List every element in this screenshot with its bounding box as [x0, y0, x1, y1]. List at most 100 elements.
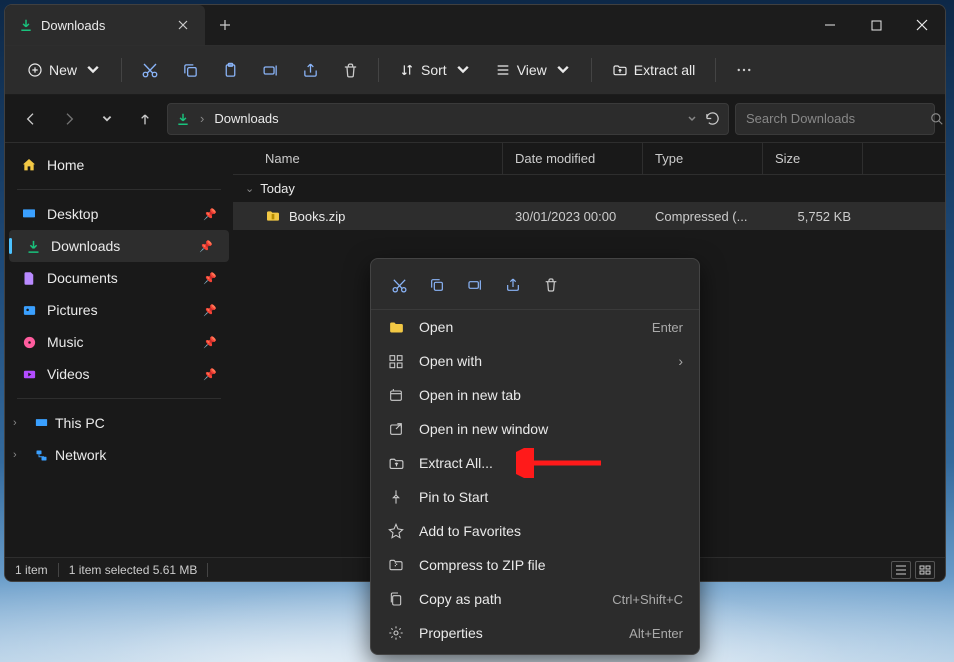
recent-button[interactable] [91, 103, 123, 135]
cut-button[interactable] [132, 52, 168, 88]
chevron-right-icon: › [678, 353, 683, 369]
column-type[interactable]: Type [643, 143, 763, 174]
file-row[interactable]: Books.zip 30/01/2023 00:00 Compressed (.… [233, 202, 945, 230]
sidebar-home[interactable]: Home [5, 149, 233, 181]
ctx-shortcut: Enter [652, 320, 683, 335]
pin-icon: 📌 [203, 304, 217, 317]
ctx-copy-as-path[interactable]: Copy as path Ctrl+Shift+C [371, 582, 699, 616]
extract-all-label: Extract all [634, 62, 695, 78]
chevron-down-icon [455, 62, 471, 78]
view-button[interactable]: View [485, 56, 581, 84]
sidebar-item-network[interactable]: › Network [5, 439, 233, 471]
chevron-down-icon [85, 62, 101, 78]
extract-icon [387, 454, 405, 472]
more-button[interactable] [726, 52, 762, 88]
documents-icon [21, 270, 37, 286]
zip-icon [265, 208, 281, 224]
sidebar-item-label: Videos [47, 366, 90, 382]
minimize-button[interactable] [807, 5, 853, 45]
pin-icon: 📌 [203, 336, 217, 349]
ctx-extract-all[interactable]: Extract All... [371, 446, 699, 480]
ctx-properties[interactable]: Properties Alt+Enter [371, 616, 699, 650]
refresh-button[interactable] [705, 111, 720, 126]
ctx-shortcut: Alt+Enter [629, 626, 683, 641]
separator [378, 58, 379, 82]
new-window-icon [387, 420, 405, 438]
extract-all-button[interactable]: Extract all [602, 56, 705, 84]
rename-button[interactable] [252, 52, 288, 88]
sidebar-item-desktop[interactable]: Desktop 📌 [5, 198, 233, 230]
sidebar-item-documents[interactable]: Documents 📌 [5, 262, 233, 294]
sort-button[interactable]: Sort [389, 56, 481, 84]
copy-button[interactable] [172, 52, 208, 88]
tab-close-button[interactable] [175, 17, 191, 33]
window-controls [807, 5, 945, 45]
ctx-open-new-window[interactable]: Open in new window [371, 412, 699, 446]
breadcrumb-separator: › [200, 111, 204, 126]
sort-label: Sort [421, 62, 447, 78]
sidebar-item-this-pc[interactable]: › This PC [5, 407, 233, 439]
chevron-right-icon[interactable]: › [13, 417, 27, 429]
ctx-label: Open in new window [419, 421, 683, 437]
search-box[interactable] [735, 103, 935, 135]
delete-button[interactable] [332, 52, 368, 88]
chevron-down-icon[interactable] [687, 114, 697, 124]
forward-button[interactable] [53, 103, 85, 135]
pin-icon [387, 488, 405, 506]
delete-button[interactable] [537, 271, 565, 299]
ctx-compress-zip[interactable]: Compress to ZIP file [371, 548, 699, 582]
ctx-label: Compress to ZIP file [419, 557, 683, 573]
chevron-down-icon: ⌄ [245, 182, 254, 195]
details-view-button[interactable] [891, 561, 911, 579]
ctx-open-with[interactable]: Open with › [371, 344, 699, 378]
thumbnails-view-button[interactable] [915, 561, 935, 579]
breadcrumb-item[interactable]: Downloads [214, 111, 278, 126]
sidebar-item-downloads[interactable]: Downloads 📌 [9, 230, 229, 262]
close-button[interactable] [899, 5, 945, 45]
ctx-label: Open in new tab [419, 387, 683, 403]
ctx-label: Pin to Start [419, 489, 683, 505]
back-button[interactable] [15, 103, 47, 135]
up-button[interactable] [129, 103, 161, 135]
sidebar-item-label: Pictures [47, 302, 98, 318]
download-icon [19, 18, 33, 32]
ctx-open[interactable]: Open Enter [371, 310, 699, 344]
share-button[interactable] [292, 52, 328, 88]
column-date[interactable]: Date modified [503, 143, 643, 174]
ctx-add-favorites[interactable]: Add to Favorites [371, 514, 699, 548]
sidebar-item-music[interactable]: Music 📌 [5, 326, 233, 358]
search-input[interactable] [746, 111, 922, 126]
column-name[interactable]: Name [253, 143, 503, 174]
column-headers: Name Date modified Type Size [233, 143, 945, 175]
copy-path-icon [387, 590, 405, 608]
pin-icon: 📌 [203, 208, 217, 221]
new-tab-button[interactable] [205, 5, 245, 45]
sidebar-item-pictures[interactable]: Pictures 📌 [5, 294, 233, 326]
group-header-today[interactable]: ⌄ Today [233, 175, 945, 202]
music-icon [21, 334, 37, 350]
titlebar: Downloads [5, 5, 945, 45]
cut-button[interactable] [385, 271, 413, 299]
sidebar-item-videos[interactable]: Videos 📌 [5, 358, 233, 390]
separator [17, 189, 221, 190]
column-size[interactable]: Size [763, 143, 863, 174]
share-button[interactable] [499, 271, 527, 299]
tab-title: Downloads [41, 18, 167, 33]
copy-button[interactable] [423, 271, 451, 299]
sidebar-item-label: Documents [47, 270, 118, 286]
sidebar-item-label: This PC [55, 415, 105, 431]
new-label: New [49, 62, 77, 78]
rename-button[interactable] [461, 271, 489, 299]
ctx-pin-to-start[interactable]: Pin to Start [371, 480, 699, 514]
new-button[interactable]: New [17, 56, 111, 84]
tab-downloads[interactable]: Downloads [5, 5, 205, 45]
address-bar[interactable]: › Downloads [167, 103, 729, 135]
sidebar-item-label: Music [47, 334, 84, 350]
maximize-button[interactable] [853, 5, 899, 45]
separator [715, 58, 716, 82]
paste-button[interactable] [212, 52, 248, 88]
ctx-label: Extract All... [419, 455, 683, 471]
ctx-open-new-tab[interactable]: Open in new tab [371, 378, 699, 412]
chevron-right-icon[interactable]: › [13, 449, 27, 461]
network-icon [33, 447, 49, 463]
